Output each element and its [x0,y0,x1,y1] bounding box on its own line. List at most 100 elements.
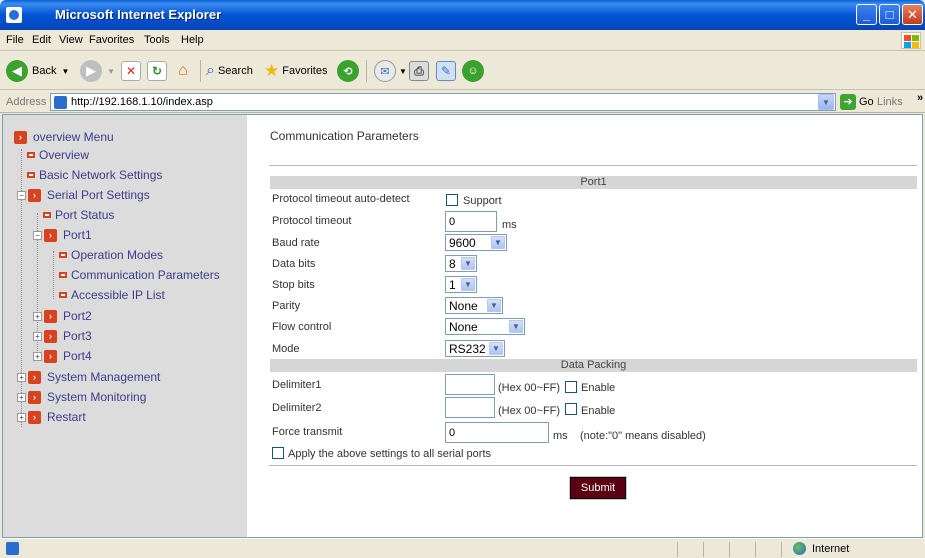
go-button[interactable]: ➔ Go [840,94,874,110]
expand-icon[interactable]: + [17,372,26,382]
stopbits-select[interactable]: 1 ▼ [445,276,477,293]
sidebar-item-serial-port[interactable]: − › Serial Port Settings [17,187,150,203]
address-label: Address [6,96,47,108]
forward-dropdown-icon: ▼ [107,66,115,76]
address-dropdown-icon[interactable]: ▼ [818,94,834,110]
links-toolbar[interactable]: Links [877,96,903,108]
page-bullet-icon [59,252,67,258]
delimiter2-enable-checkbox[interactable] [565,403,577,415]
page-title: Communication Parameters [270,129,419,143]
folder-icon: › [44,329,57,343]
back-button[interactable]: ◀ Back ▼ [6,58,69,84]
status-divider [729,542,730,557]
expand-icon[interactable]: + [17,392,26,402]
support-label: Support [463,195,502,207]
links-more-icon[interactable]: » [917,92,923,104]
search-button[interactable]: ⌕ Search [206,58,253,84]
page-bullet-icon [59,272,67,278]
sidebar-item-label: Accessible IP List [71,288,165,302]
apply-all-checkbox[interactable] [272,447,284,459]
sidebar-item-port1[interactable]: − › Port1 [33,227,92,243]
force-transmit-unit: ms [553,430,568,442]
timeout-input[interactable] [445,211,497,232]
sidebar-item-label: Operation Modes [71,248,164,262]
sidebar-item-label: Port1 [63,228,92,242]
data-packing-header: Data Packing [270,359,917,372]
chevron-down-icon: ▼ [491,236,505,249]
sidebar-item-operation-modes[interactable]: Operation Modes [59,247,163,263]
menu-tools[interactable]: Tools [144,34,170,46]
sidebar-item-port3[interactable]: + › Port3 [33,328,92,344]
sidebar-item-system-monitoring[interactable]: + › System Monitoring [17,389,146,405]
edit-icon: ✎ [436,61,456,81]
menu-file[interactable]: File [6,34,24,46]
mail-dropdown-icon[interactable]: ▼ [399,67,407,76]
mode-select[interactable]: RS232 ▼ [445,340,505,357]
expand-icon[interactable]: + [17,412,26,422]
refresh-button[interactable]: ↻ [147,58,167,84]
force-transmit-input[interactable] [445,422,549,443]
baud-select[interactable]: 9600 ▼ [445,234,507,251]
menu-favorites[interactable]: Favorites [89,34,134,46]
delimiter1-input[interactable] [445,374,495,395]
sidebar-item-port-status[interactable]: Port Status [43,207,114,223]
sidebar-item-basic-network[interactable]: Basic Network Settings [27,167,162,183]
expand-icon[interactable]: + [33,351,42,361]
delimiter2-input[interactable] [445,397,495,418]
folder-icon: › [44,309,57,323]
sidebar-item-accessible-ip[interactable]: Accessible IP List [59,287,165,303]
home-button[interactable]: ⌂ [173,58,193,84]
print-button[interactable]: ⎙ [409,58,429,84]
stop-button[interactable]: ✕ [121,58,141,84]
address-url: http://192.168.1.10/index.asp [71,96,213,108]
flow-value: None [449,320,478,334]
sidebar-item-port4[interactable]: + › Port4 [33,348,92,364]
menu-edit[interactable]: Edit [32,34,51,46]
sidebar-tree: › overview Menu Overview Basic Network S… [3,115,247,537]
sidebar-item-restart[interactable]: + › Restart [17,409,86,425]
main-panel: Communication Parameters Port1 Protocol … [247,115,922,537]
go-arrow-icon: ➔ [840,94,856,110]
support-checkbox[interactable] [446,194,458,206]
maximize-button[interactable]: □ [879,4,900,25]
submit-button[interactable]: Submit [569,476,627,500]
mail-icon: ✉ [374,60,396,82]
folder-icon: › [28,390,41,404]
flow-select[interactable]: None ▼ [445,318,525,335]
delimiter1-enable-checkbox[interactable] [565,381,577,393]
force-transmit-label: Force transmit [272,426,343,438]
address-input[interactable]: http://192.168.1.10/index.asp ▼ [50,93,836,111]
menu-help[interactable]: Help [181,34,204,46]
mail-button[interactable]: ✉ ▼ [374,58,407,84]
search-label: Search [217,65,253,77]
sidebar-item-overview[interactable]: Overview [27,147,89,163]
close-button[interactable]: ✕ [902,4,923,25]
sidebar-item-port2[interactable]: + › Port2 [33,308,92,324]
messenger-button[interactable]: ☺ [462,58,484,84]
expand-icon[interactable]: + [33,311,42,321]
collapse-icon[interactable]: − [17,190,26,200]
sidebar-item-label: Port2 [63,309,92,323]
page-bullet-icon [43,212,51,218]
favorites-button[interactable]: ★ Favorites [264,58,328,84]
forward-arrow-icon: ▶ [80,60,102,82]
sidebar-item-communication-parameters[interactable]: Communication Parameters [59,267,220,283]
back-dropdown-icon[interactable]: ▼ [61,67,69,76]
sidebar-root-overview-menu[interactable]: › overview Menu [14,129,114,145]
title-bar: Microsoft Internet Explorer _ □ ✕ [0,0,925,30]
timeout-auto-label: Protocol timeout auto-detect [272,193,410,205]
stopbits-label: Stop bits [272,279,315,291]
minimize-button[interactable]: _ [856,4,877,25]
forward-button[interactable]: ▶ ▼ [80,58,115,84]
parity-select[interactable]: None ▼ [445,297,503,314]
sidebar-item-system-management[interactable]: + › System Management [17,369,160,385]
menu-view[interactable]: View [59,34,83,46]
favorites-star-icon: ★ [264,61,280,80]
expand-icon[interactable]: + [33,331,42,341]
status-divider [781,542,782,557]
databits-select[interactable]: 8 ▼ [445,255,477,272]
folder-icon: › [28,188,41,202]
history-button[interactable]: ⟲ [337,58,359,84]
collapse-icon[interactable]: − [33,230,42,240]
edit-button[interactable]: ✎ [436,58,456,84]
